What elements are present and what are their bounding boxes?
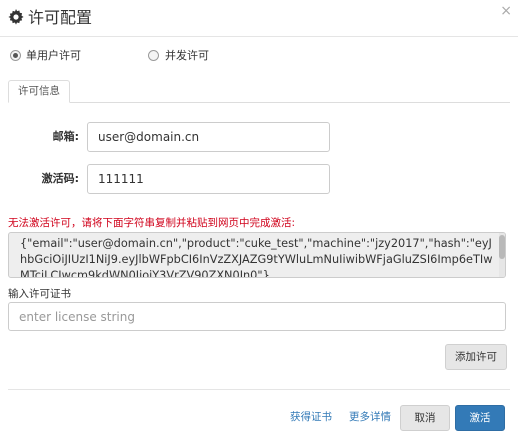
- footer-divider: [8, 389, 510, 390]
- dialog-header: 许可配置 ×: [0, 0, 518, 37]
- activate-button[interactable]: 激活: [455, 405, 505, 431]
- dialog-title: 许可配置: [28, 8, 93, 27]
- activation-warning: 无法激活许可，请将下面字符串复制并粘贴到网页中完成激活:: [8, 217, 296, 229]
- concurrent-radio[interactable]: [148, 50, 159, 61]
- activation-code-label: 激活码:: [41, 172, 79, 185]
- single-user-radio[interactable]: [10, 50, 21, 61]
- activation-request-box[interactable]: {"email":"user@domain.cn","product":"cuk…: [8, 232, 506, 278]
- activation-code-field[interactable]: [87, 164, 330, 194]
- activation-request-text[interactable]: {"email":"user@domain.cn","product":"cuk…: [20, 236, 496, 277]
- more-details-link[interactable]: 更多详情: [349, 410, 391, 424]
- get-certificate-link[interactable]: 获得证书: [290, 410, 332, 424]
- close-icon[interactable]: ×: [500, 3, 512, 19]
- license-input[interactable]: [8, 302, 506, 331]
- license-label: 输入许可证书: [8, 288, 71, 300]
- cancel-button[interactable]: 取消: [400, 405, 450, 431]
- request-scrollbar[interactable]: [499, 233, 505, 277]
- email-label: 邮箱:: [52, 130, 79, 143]
- tab-license-info[interactable]: 许可信息: [8, 80, 70, 103]
- concurrent-label[interactable]: 并发许可: [165, 48, 209, 64]
- tab-bar: 许可信息: [8, 80, 510, 103]
- email-field[interactable]: [87, 122, 330, 152]
- request-scrollbar-thumb[interactable]: [499, 235, 505, 259]
- single-user-label[interactable]: 单用户许可: [26, 48, 81, 64]
- gear-icon: [8, 9, 24, 25]
- add-license-button[interactable]: 添加许可: [445, 344, 507, 370]
